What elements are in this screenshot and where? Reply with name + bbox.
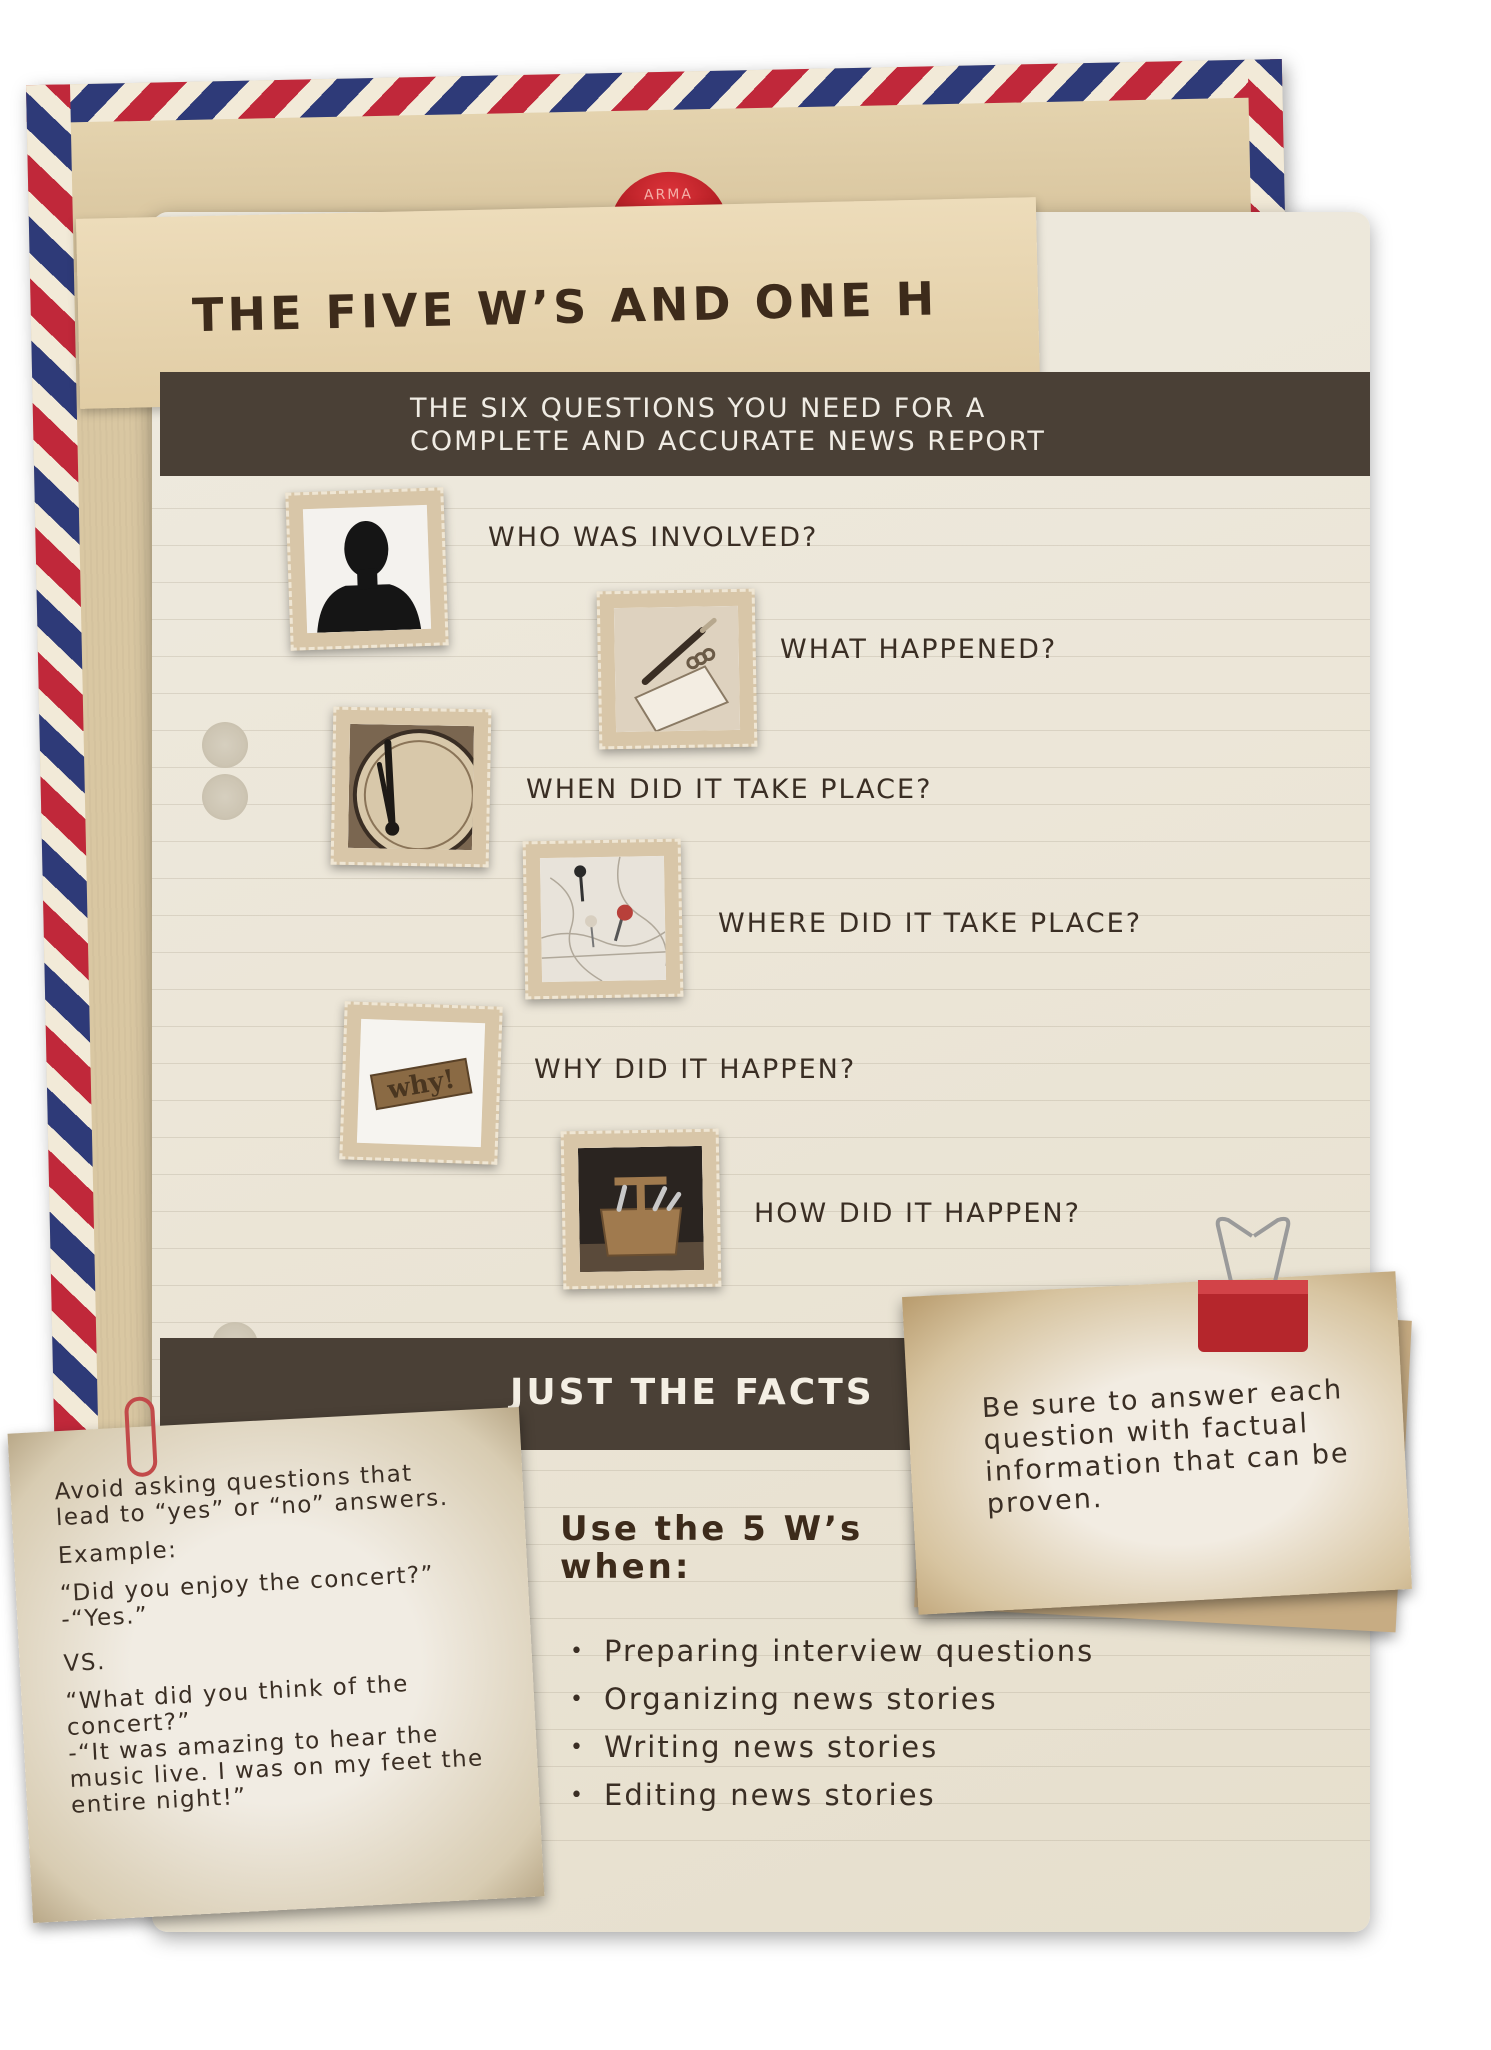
subtitle-band: THE SIX QUESTIONS YOU NEED FOR A COMPLET… [160,372,1370,476]
question-why: WHY DID IT HAPPEN? [534,1054,857,1085]
paper-hole [202,774,248,820]
toolbox-icon [577,1145,705,1273]
stamp-who [285,487,449,651]
clip-card: Be sure to answer each question with fac… [902,1271,1412,1615]
clip-note: Be sure to answer each question with fac… [981,1374,1351,1520]
tip-note-card: Avoid asking questions that lead to “yes… [7,1396,545,1924]
question-who: WHO WAS INVOLVED? [488,522,819,553]
subtitle: THE SIX QUESTIONS YOU NEED FOR A COMPLET… [410,393,1046,457]
list-item: Preparing interview questions [570,1634,1094,1682]
paperclip-icon [123,1396,158,1478]
stamp-where [522,838,684,1000]
clock-icon [347,723,475,851]
paper-hole [202,722,248,768]
question-how: HOW DID IT HAPPEN? [754,1198,1081,1229]
facts-heading: JUST THE FACTS [510,1372,875,1413]
list-item: Editing news stories [570,1778,1094,1826]
binder-clip-icon [1188,1216,1318,1356]
list-item: Organizing news stories [570,1682,1094,1730]
silhouette-icon [302,504,432,634]
page-title: THE FIVE W’S AND ONE H [191,271,939,343]
question-where: WHERE DID IT TAKE PLACE? [718,908,1143,939]
why-type-icon: why! [356,1018,486,1148]
stamp-how [560,1128,722,1290]
use-heading: Use the 5 W’s when: [560,1509,864,1587]
infographic: ARMA THE FIVE W’S AND ONE H THE SIX QUES… [0,0,1491,2050]
notebook-pen-icon [613,605,741,733]
list-item: Writing news stories [570,1730,1094,1778]
question-when: WHEN DID IT TAKE PLACE? [526,774,933,805]
note-intro: Avoid asking questions that lead to “yes… [53,1460,450,1532]
question-what: WHAT HAPPENED? [780,634,1058,665]
note-body: Avoid asking questions that lead to “yes… [54,1457,492,1830]
note-example-2: “What did you think of the concert?” -“I… [64,1671,485,1819]
stamp-when [330,706,492,868]
stamp-what [596,588,758,750]
stamp-why: why! [339,1001,503,1165]
map-pin-icon [539,855,667,983]
uses-list: Preparing interview questions Organizing… [570,1634,1094,1826]
note-example-1: “Did you enjoy the concert?” -“Yes.” [59,1561,435,1634]
